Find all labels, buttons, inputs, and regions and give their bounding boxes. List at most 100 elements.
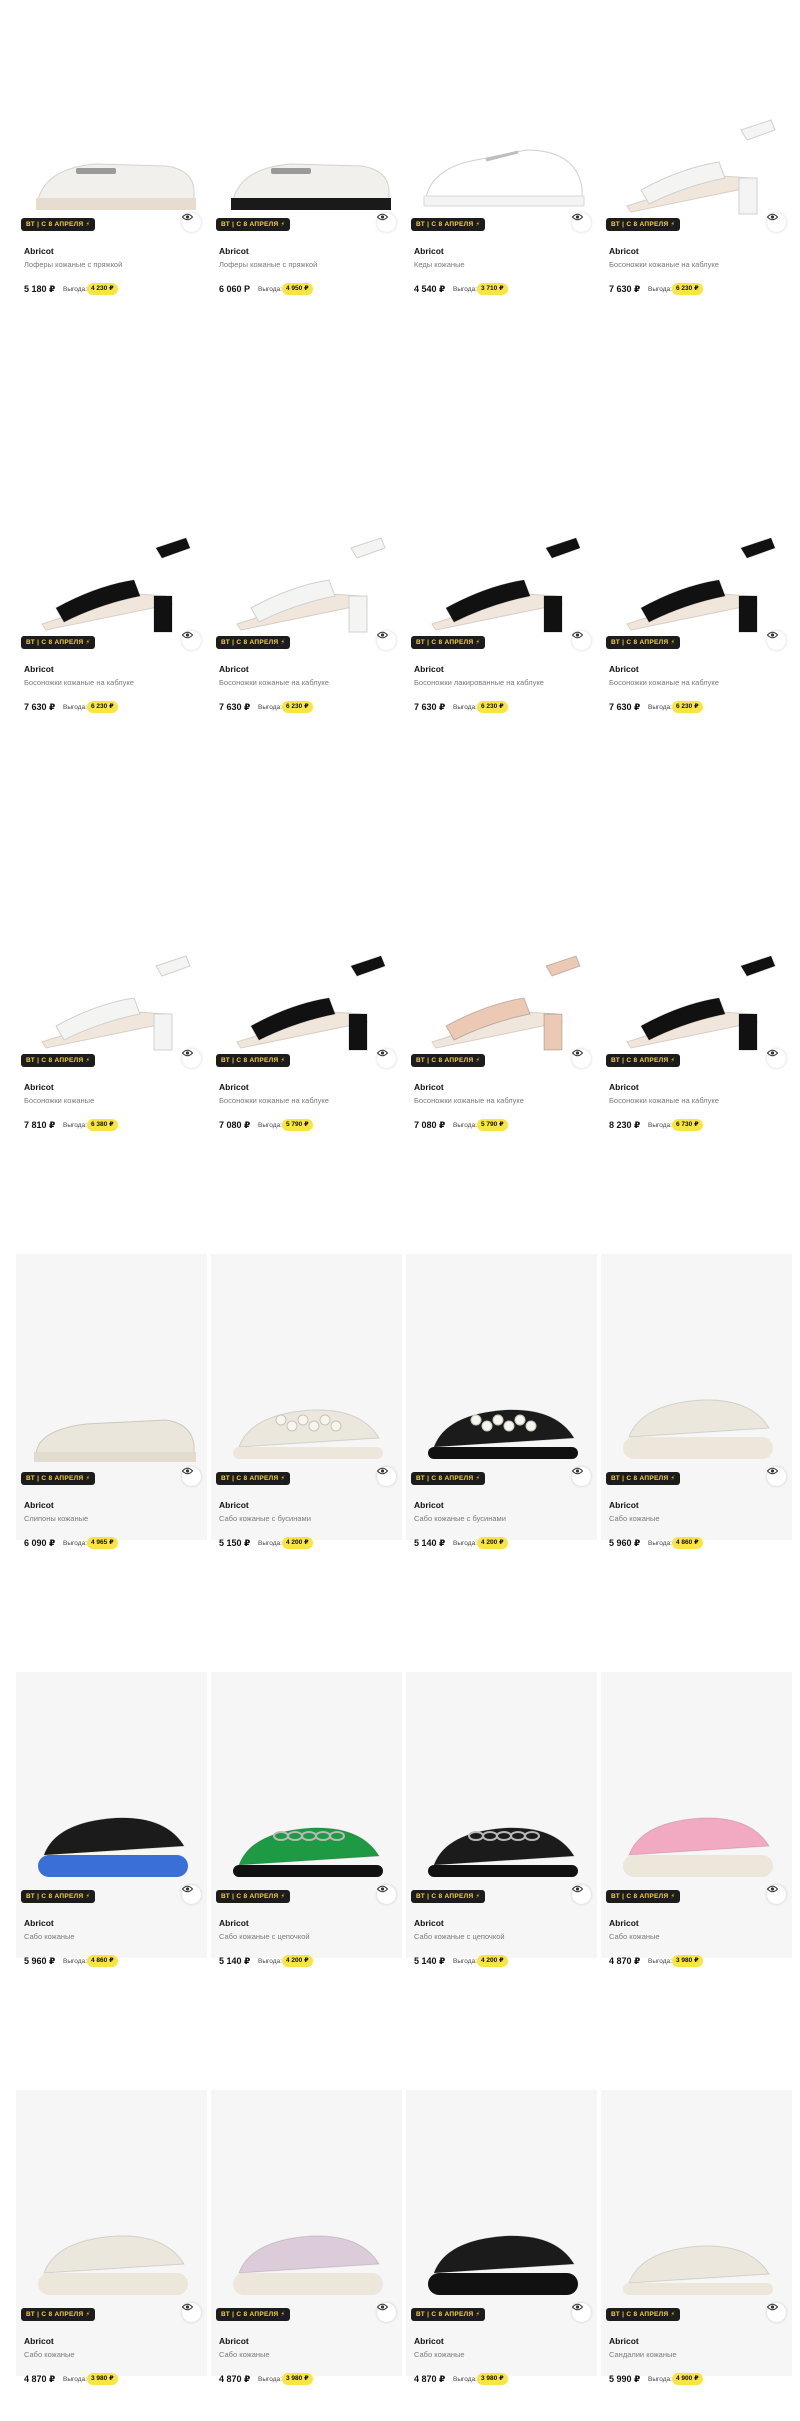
product-card[interactable]: ВТ | С 8 АПРЕЛЯ ⚡ Abricot Босоножки кожа… <box>211 836 402 1254</box>
product-image[interactable]: ВТ | С 8 АПРЕЛЯ ⚡ <box>211 418 402 704</box>
product-image[interactable]: ВТ | С 8 АПРЕЛЯ ⚡ <box>211 1672 402 1958</box>
quick-view-eye-icon[interactable] <box>572 631 591 650</box>
product-image[interactable]: ВТ | С 8 АПРЕЛЯ ⚡ <box>406 418 597 704</box>
product-name[interactable]: Босоножки кожаные на каблуке <box>219 1096 329 1105</box>
product-card[interactable]: ВТ | С 8 АПРЕЛЯ ⚡ Abricot Сабо кожаные с… <box>211 1254 402 1672</box>
product-image[interactable]: ВТ | С 8 АПРЕЛЯ ⚡ <box>16 0 207 286</box>
product-name[interactable]: Сабо кожаные <box>609 1932 660 1941</box>
product-card[interactable]: ВТ | С 8 АПРЕЛЯ ⚡ Abricot Сабо кожаные с… <box>406 1254 597 1672</box>
product-card[interactable]: ВТ | С 8 АПРЕЛЯ ⚡ Abricot Босоножки кожа… <box>211 418 402 836</box>
product-image[interactable]: ВТ | С 8 АПРЕЛЯ ⚡ <box>16 1254 207 1540</box>
quick-view-eye-icon[interactable] <box>182 2303 201 2322</box>
product-name[interactable]: Сабо кожаные <box>219 2350 270 2359</box>
product-image[interactable]: ВТ | С 8 АПРЕЛЯ ⚡ <box>406 836 597 1122</box>
product-card[interactable]: ВТ | С 8 АПРЕЛЯ ⚡ Abricot Сабо кожаные с… <box>211 1672 402 2090</box>
quick-view-eye-icon[interactable] <box>767 1467 786 1486</box>
product-card[interactable]: ВТ | С 8 АПРЕЛЯ ⚡ Abricot Кеды кожаные 4… <box>406 0 597 418</box>
quick-view-eye-icon[interactable] <box>572 1885 591 1904</box>
quick-view-eye-icon[interactable] <box>182 1467 201 1486</box>
product-card[interactable]: ВТ | С 8 АПРЕЛЯ ⚡ Abricot Сабо кожаные 4… <box>16 2090 207 2421</box>
product-price: 7 080 ₽ <box>219 1120 251 1130</box>
quick-view-eye-icon[interactable] <box>767 213 786 232</box>
product-image[interactable]: ВТ | С 8 АПРЕЛЯ ⚡ <box>601 1254 792 1540</box>
product-name[interactable]: Босоножки кожаные на каблуке <box>609 678 719 687</box>
product-card[interactable]: ВТ | С 8 АПРЕЛЯ ⚡ Abricot Сабо кожаные 5… <box>16 1672 207 2090</box>
product-image[interactable]: ВТ | С 8 АПРЕЛЯ ⚡ <box>601 0 792 286</box>
product-card[interactable]: ВТ | С 8 АПРЕЛЯ ⚡ Abricot Босоножки кожа… <box>601 0 792 418</box>
product-card[interactable]: ВТ | С 8 АПРЕЛЯ ⚡ Abricot Босоножки кожа… <box>406 836 597 1254</box>
quick-view-eye-icon[interactable] <box>182 1885 201 1904</box>
quick-view-eye-icon[interactable] <box>767 631 786 650</box>
quick-view-eye-icon[interactable] <box>572 213 591 232</box>
product-name[interactable]: Кеды кожаные <box>414 260 465 269</box>
product-image[interactable]: ВТ | С 8 АПРЕЛЯ ⚡ <box>211 1254 402 1540</box>
product-name[interactable]: Сабо кожаные с бусинами <box>219 1514 311 1523</box>
product-card[interactable]: ВТ | С 8 АПРЕЛЯ ⚡ Abricot Босоножки кожа… <box>16 418 207 836</box>
product-name[interactable]: Сабо кожаные с цепочкой <box>414 1932 505 1941</box>
product-image[interactable]: ВТ | С 8 АПРЕЛЯ ⚡ <box>406 1672 597 1958</box>
product-image[interactable]: ВТ | С 8 АПРЕЛЯ ⚡ <box>16 418 207 704</box>
product-image[interactable]: ВТ | С 8 АПРЕЛЯ ⚡ <box>211 2090 402 2376</box>
product-card[interactable]: ВТ | С 8 АПРЕЛЯ ⚡ Abricot Сабо кожаные 5… <box>601 1254 792 1672</box>
product-card[interactable]: ВТ | С 8 АПРЕЛЯ ⚡ Abricot Сабо кожаные с… <box>406 1672 597 2090</box>
product-name[interactable]: Сабо кожаные <box>414 2350 465 2359</box>
product-name[interactable]: Босоножки лакированные на каблуке <box>414 678 544 687</box>
product-brand: Abricot <box>219 246 249 256</box>
product-card[interactable]: ВТ | С 8 АПРЕЛЯ ⚡ Abricot Босоножки кожа… <box>16 836 207 1254</box>
product-name[interactable]: Сабо кожаные <box>24 1932 75 1941</box>
product-image[interactable]: ВТ | С 8 АПРЕЛЯ ⚡ <box>601 2090 792 2376</box>
quick-view-eye-icon[interactable] <box>182 1049 201 1068</box>
quick-view-eye-icon[interactable] <box>572 1467 591 1486</box>
product-card[interactable]: ВТ | С 8 АПРЕЛЯ ⚡ Abricot Сандалии кожан… <box>601 2090 792 2421</box>
saving-badge: 4 200 ₽ <box>282 1537 313 1549</box>
quick-view-eye-icon[interactable] <box>377 631 396 650</box>
product-name[interactable]: Слипоны кожаные <box>24 1514 88 1523</box>
product-name[interactable]: Босоножки кожаные на каблуке <box>609 260 719 269</box>
product-name[interactable]: Босоножки кожаные на каблуке <box>24 678 134 687</box>
quick-view-eye-icon[interactable] <box>182 213 201 232</box>
quick-view-eye-icon[interactable] <box>182 631 201 650</box>
product-card[interactable]: ВТ | С 8 АПРЕЛЯ ⚡ Abricot Слипоны кожаны… <box>16 1254 207 1672</box>
quick-view-eye-icon[interactable] <box>767 1049 786 1068</box>
quick-view-eye-icon[interactable] <box>377 213 396 232</box>
product-name[interactable]: Лоферы кожаные с пряжкой <box>219 260 317 269</box>
product-name[interactable]: Сабо кожаные <box>609 1514 660 1523</box>
product-image[interactable]: ВТ | С 8 АПРЕЛЯ ⚡ <box>406 1254 597 1540</box>
product-name[interactable]: Босоножки кожаные на каблуке <box>414 1096 524 1105</box>
product-image[interactable]: ВТ | С 8 АПРЕЛЯ ⚡ <box>211 836 402 1122</box>
product-name[interactable]: Босоножки кожаные <box>24 1096 94 1105</box>
product-card[interactable]: ВТ | С 8 АПРЕЛЯ ⚡ Abricot Лоферы кожаные… <box>211 0 402 418</box>
product-card[interactable]: ВТ | С 8 АПРЕЛЯ ⚡ Abricot Сабо кожаные 4… <box>406 2090 597 2421</box>
quick-view-eye-icon[interactable] <box>377 1467 396 1486</box>
product-card[interactable]: ВТ | С 8 АПРЕЛЯ ⚡ Abricot Босоножки кожа… <box>601 836 792 1254</box>
product-card[interactable]: ВТ | С 8 АПРЕЛЯ ⚡ Abricot Босоножки кожа… <box>601 418 792 836</box>
quick-view-eye-icon[interactable] <box>377 1049 396 1068</box>
product-name[interactable]: Сабо кожаные с бусинами <box>414 1514 506 1523</box>
product-card[interactable]: ВТ | С 8 АПРЕЛЯ ⚡ Abricot Сабо кожаные 4… <box>211 2090 402 2421</box>
product-name[interactable]: Босоножки кожаные на каблуке <box>219 678 329 687</box>
product-name[interactable]: Босоножки кожаные на каблуке <box>609 1096 719 1105</box>
product-name[interactable]: Лоферы кожаные с пряжкой <box>24 260 122 269</box>
product-name[interactable]: Сандалии кожаные <box>609 2350 677 2359</box>
product-card[interactable]: ВТ | С 8 АПРЕЛЯ ⚡ Abricot Босоножки лаки… <box>406 418 597 836</box>
quick-view-eye-icon[interactable] <box>767 2303 786 2322</box>
product-image[interactable]: ВТ | С 8 АПРЕЛЯ ⚡ <box>211 0 402 286</box>
product-image[interactable]: ВТ | С 8 АПРЕЛЯ ⚡ <box>16 836 207 1122</box>
product-image[interactable]: ВТ | С 8 АПРЕЛЯ ⚡ <box>601 1672 792 1958</box>
product-card[interactable]: ВТ | С 8 АПРЕЛЯ ⚡ Abricot Сабо кожаные 4… <box>601 1672 792 2090</box>
product-image[interactable]: ВТ | С 8 АПРЕЛЯ ⚡ <box>406 2090 597 2376</box>
product-card[interactable]: ВТ | С 8 АПРЕЛЯ ⚡ Abricot Лоферы кожаные… <box>16 0 207 418</box>
quick-view-eye-icon[interactable] <box>572 1049 591 1068</box>
quick-view-eye-icon[interactable] <box>377 2303 396 2322</box>
product-name[interactable]: Сабо кожаные <box>24 2350 75 2359</box>
product-image[interactable]: ВТ | С 8 АПРЕЛЯ ⚡ <box>406 0 597 286</box>
product-image[interactable]: ВТ | С 8 АПРЕЛЯ ⚡ <box>601 418 792 704</box>
quick-view-eye-icon[interactable] <box>377 1885 396 1904</box>
quick-view-eye-icon[interactable] <box>767 1885 786 1904</box>
product-price: 5 140 ₽ <box>414 1956 446 1966</box>
product-image[interactable]: ВТ | С 8 АПРЕЛЯ ⚡ <box>16 1672 207 1958</box>
product-image[interactable]: ВТ | С 8 АПРЕЛЯ ⚡ <box>16 2090 207 2376</box>
product-image[interactable]: ВТ | С 8 АПРЕЛЯ ⚡ <box>601 836 792 1122</box>
quick-view-eye-icon[interactable] <box>572 2303 591 2322</box>
product-name[interactable]: Сабо кожаные с цепочкой <box>219 1932 310 1941</box>
